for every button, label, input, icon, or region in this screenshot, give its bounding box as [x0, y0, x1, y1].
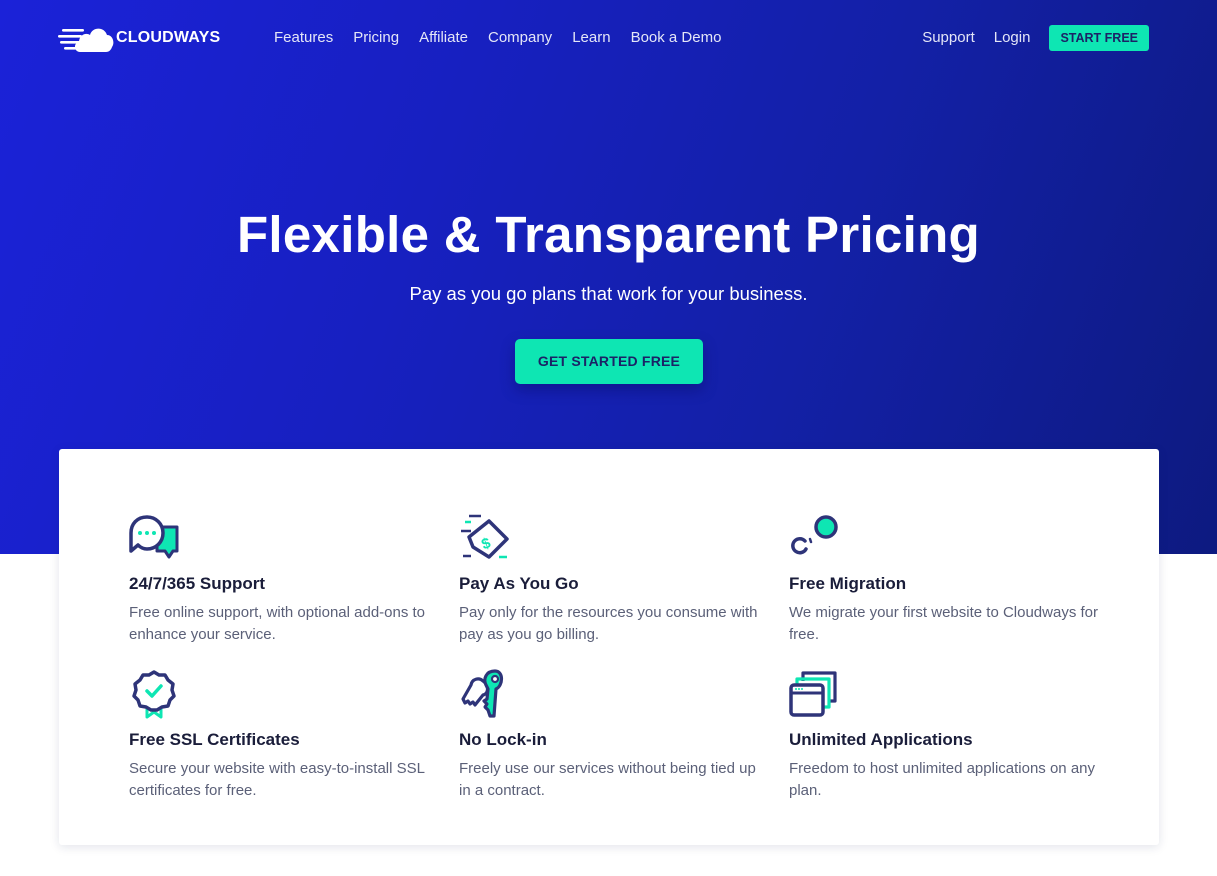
feature-title: Unlimited Applications — [789, 730, 973, 749]
dollar-tag-icon: $ — [461, 514, 509, 559]
nav-book-demo[interactable]: Book a Demo — [631, 28, 722, 48]
ssl-badge-icon — [132, 670, 176, 719]
nav-features[interactable]: Features — [274, 28, 333, 48]
feature-title: 24/7/365 Support — [129, 574, 266, 593]
chat-bubbles-icon — [129, 515, 179, 559]
nav-learn[interactable]: Learn — [572, 28, 610, 48]
keys-icon — [461, 669, 504, 718]
feature-description: Secure your website with easy-to-install… — [129, 760, 425, 799]
logo-link[interactable]: CLOUDWAYS — [58, 23, 220, 53]
hero-subtitle: Pay as you go plans that work for your b… — [409, 283, 808, 304]
header-actions: Support Login START FREE — [922, 25, 1149, 51]
page-title: Flexible & Transparent Pricing — [236, 206, 981, 263]
feature-pay-as-you-go: $ Pay As You Go Pay only for the resourc… — [459, 513, 769, 646]
feature-free-ssl: Free SSL Certificates Secure your websit… — [129, 669, 439, 802]
feature-unlimited-applications: Unlimited Applications Freedom to host u… — [789, 669, 1099, 802]
feature-description: Freely use our services without being ti… — [459, 760, 756, 799]
feature-support: 24/7/365 Support Free online support, wi… — [129, 513, 439, 646]
cloud-logo-icon — [58, 28, 114, 52]
nav-affiliate[interactable]: Affiliate — [419, 28, 468, 48]
features-card: 24/7/365 Support Free online support, wi… — [59, 449, 1159, 845]
nav-pricing[interactable]: Pricing — [353, 28, 399, 48]
feature-title: Free SSL Certificates — [129, 730, 300, 749]
logo-text: CLOUDWAYS — [116, 29, 221, 46]
feature-title: Free Migration — [789, 574, 907, 593]
migration-icon — [791, 515, 838, 555]
get-started-free-button[interactable]: GET STARTED FREE — [515, 339, 703, 384]
main-nav: Features Pricing Affiliate Company Learn… — [274, 28, 741, 48]
feature-description: Pay only for the resources you consume w… — [459, 604, 758, 643]
feature-description: We migrate your first website to Cloudwa… — [789, 604, 1099, 643]
feature-title: No Lock-in — [459, 730, 547, 749]
login-link[interactable]: Login — [994, 25, 1031, 51]
support-link[interactable]: Support — [922, 25, 975, 51]
start-free-button[interactable]: START FREE — [1049, 25, 1149, 51]
feature-description: Free online support, with optional add-o… — [129, 604, 426, 643]
stacked-windows-icon — [789, 671, 837, 717]
nav-company[interactable]: Company — [488, 28, 552, 48]
feature-title: Pay As You Go — [459, 574, 579, 593]
feature-no-lock-in: No Lock-in Freely use our services witho… — [459, 669, 769, 802]
feature-free-migration: Free Migration We migrate your first web… — [789, 513, 1099, 646]
feature-description: Freedom to host unlimited applications o… — [789, 760, 1096, 799]
